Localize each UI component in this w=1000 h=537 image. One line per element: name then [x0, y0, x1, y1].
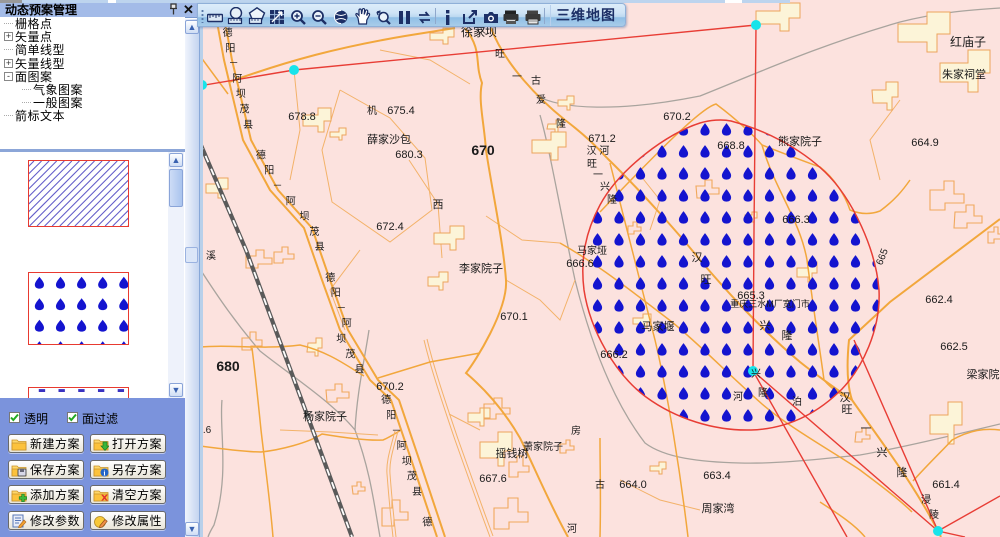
svg-text:隆: 隆	[758, 386, 768, 399]
svg-text:德: 德	[325, 271, 335, 284]
svg-text:664.9: 664.9	[911, 137, 939, 149]
svg-text:666.2: 666.2	[600, 349, 628, 361]
svg-text:德: 德	[223, 26, 233, 39]
svg-text:河: 河	[567, 523, 577, 535]
svg-text:坝: 坝	[402, 455, 412, 467]
svg-text:－: －	[272, 181, 282, 192]
svg-text:旺: 旺	[701, 274, 712, 286]
svg-text:.6: .6	[203, 425, 212, 436]
svg-text:661.4: 661.4	[932, 479, 960, 491]
svg-text:阿: 阿	[342, 318, 352, 330]
svg-text:溪: 溪	[206, 250, 216, 262]
svg-text:德: 德	[422, 516, 432, 529]
svg-text:薛家沙包: 薛家沙包	[367, 132, 411, 146]
svg-text:坝: 坝	[299, 211, 309, 223]
svg-text:阳: 阳	[331, 287, 341, 299]
svg-text:666.6: 666.6	[566, 258, 594, 270]
svg-text:萧家院子: 萧家院子	[523, 440, 563, 453]
svg-text:旺: 旺	[842, 404, 853, 416]
svg-text:664.0: 664.0	[619, 479, 647, 491]
svg-text:陵: 陵	[929, 509, 939, 521]
svg-text:汉: 汉	[692, 251, 703, 264]
svg-text:茂: 茂	[407, 470, 417, 483]
svg-text:662.5: 662.5	[940, 341, 968, 353]
svg-text:梁家院: 梁家院	[967, 367, 1000, 381]
svg-text:一: 一	[593, 170, 603, 181]
svg-text:马家垭: 马家垭	[577, 244, 607, 257]
svg-text:李家院子: 李家院子	[459, 261, 503, 275]
svg-text:667.6: 667.6	[479, 473, 507, 485]
svg-text:机: 机	[367, 104, 377, 117]
svg-text:670: 670	[471, 142, 495, 158]
svg-text:一: 一	[512, 72, 522, 83]
svg-text:重庆三水M厂宽门市: 重庆三水M厂宽门市	[730, 298, 810, 309]
svg-text:隆: 隆	[782, 328, 793, 342]
svg-text:汉 河: 汉 河	[587, 145, 610, 157]
svg-text:汉: 汉	[840, 391, 851, 404]
svg-text:泊: 泊	[792, 396, 802, 408]
svg-text:爱: 爱	[536, 93, 546, 106]
svg-text:周家湾: 周家湾	[702, 501, 735, 515]
svg-text:红庙子: 红庙子	[950, 34, 986, 49]
svg-text:兴: 兴	[760, 319, 771, 332]
svg-text:兴: 兴	[751, 368, 761, 380]
svg-text:阿: 阿	[232, 73, 242, 85]
svg-text:县: 县	[355, 364, 365, 376]
svg-text:663.4: 663.4	[703, 470, 731, 482]
svg-text:朱家祠堂: 朱家祠堂	[942, 67, 986, 81]
svg-text:隆: 隆	[897, 465, 908, 479]
svg-text:房: 房	[571, 424, 581, 437]
svg-text:兴: 兴	[600, 181, 610, 193]
svg-text:680.3: 680.3	[395, 149, 423, 161]
svg-text:678.8: 678.8	[288, 111, 316, 123]
svg-text:隆: 隆	[607, 193, 617, 206]
svg-text:670.2: 670.2	[376, 381, 404, 393]
svg-text:马家堰: 马家堰	[642, 319, 675, 333]
svg-text:672.4: 672.4	[376, 221, 404, 233]
svg-text:兴: 兴	[877, 446, 888, 459]
svg-text:古: 古	[595, 478, 605, 491]
svg-text:670.1: 670.1	[500, 311, 528, 323]
svg-text:666.3: 666.3	[782, 214, 810, 226]
svg-text:古: 古	[531, 74, 541, 87]
svg-text:浸: 浸	[921, 494, 931, 506]
svg-text:隆: 隆	[556, 117, 566, 130]
svg-text:阿: 阿	[286, 195, 296, 207]
svg-text:茂: 茂	[345, 347, 355, 360]
svg-text:680: 680	[216, 358, 240, 374]
svg-text:i: i	[104, 469, 106, 477]
svg-text:坝: 坝	[236, 88, 246, 100]
svg-text:德: 德	[381, 393, 391, 406]
svg-text:熊家院子: 熊家院子	[778, 134, 822, 148]
svg-text:阳: 阳	[386, 410, 396, 422]
svg-text:一: 一	[861, 423, 872, 435]
svg-text:县: 县	[412, 486, 422, 498]
svg-text:茂: 茂	[239, 103, 249, 116]
svg-text:阳: 阳	[264, 165, 274, 177]
svg-text:县: 县	[243, 119, 253, 131]
svg-text:河: 河	[733, 391, 743, 403]
svg-text:杨家院子: 杨家院子	[303, 409, 347, 423]
svg-text:阳: 阳	[225, 42, 235, 54]
svg-text:西: 西	[433, 199, 444, 211]
svg-text:671.2: 671.2	[588, 133, 616, 145]
svg-text:－: －	[336, 303, 346, 314]
svg-text:旺: 旺	[587, 159, 597, 170]
svg-text:坝: 坝	[336, 333, 346, 345]
svg-text:668.8: 668.8	[717, 140, 745, 152]
svg-text:675.4: 675.4	[387, 105, 415, 117]
svg-text:旺: 旺	[495, 49, 505, 60]
svg-text:茂: 茂	[309, 225, 319, 238]
svg-text:县: 县	[315, 241, 325, 253]
svg-text:阿: 阿	[397, 440, 407, 452]
svg-text:－: －	[229, 59, 239, 70]
svg-text:德: 德	[256, 148, 266, 161]
svg-text:662.4: 662.4	[925, 294, 953, 306]
svg-text:670.2: 670.2	[663, 111, 691, 123]
svg-text:－: －	[391, 426, 401, 437]
